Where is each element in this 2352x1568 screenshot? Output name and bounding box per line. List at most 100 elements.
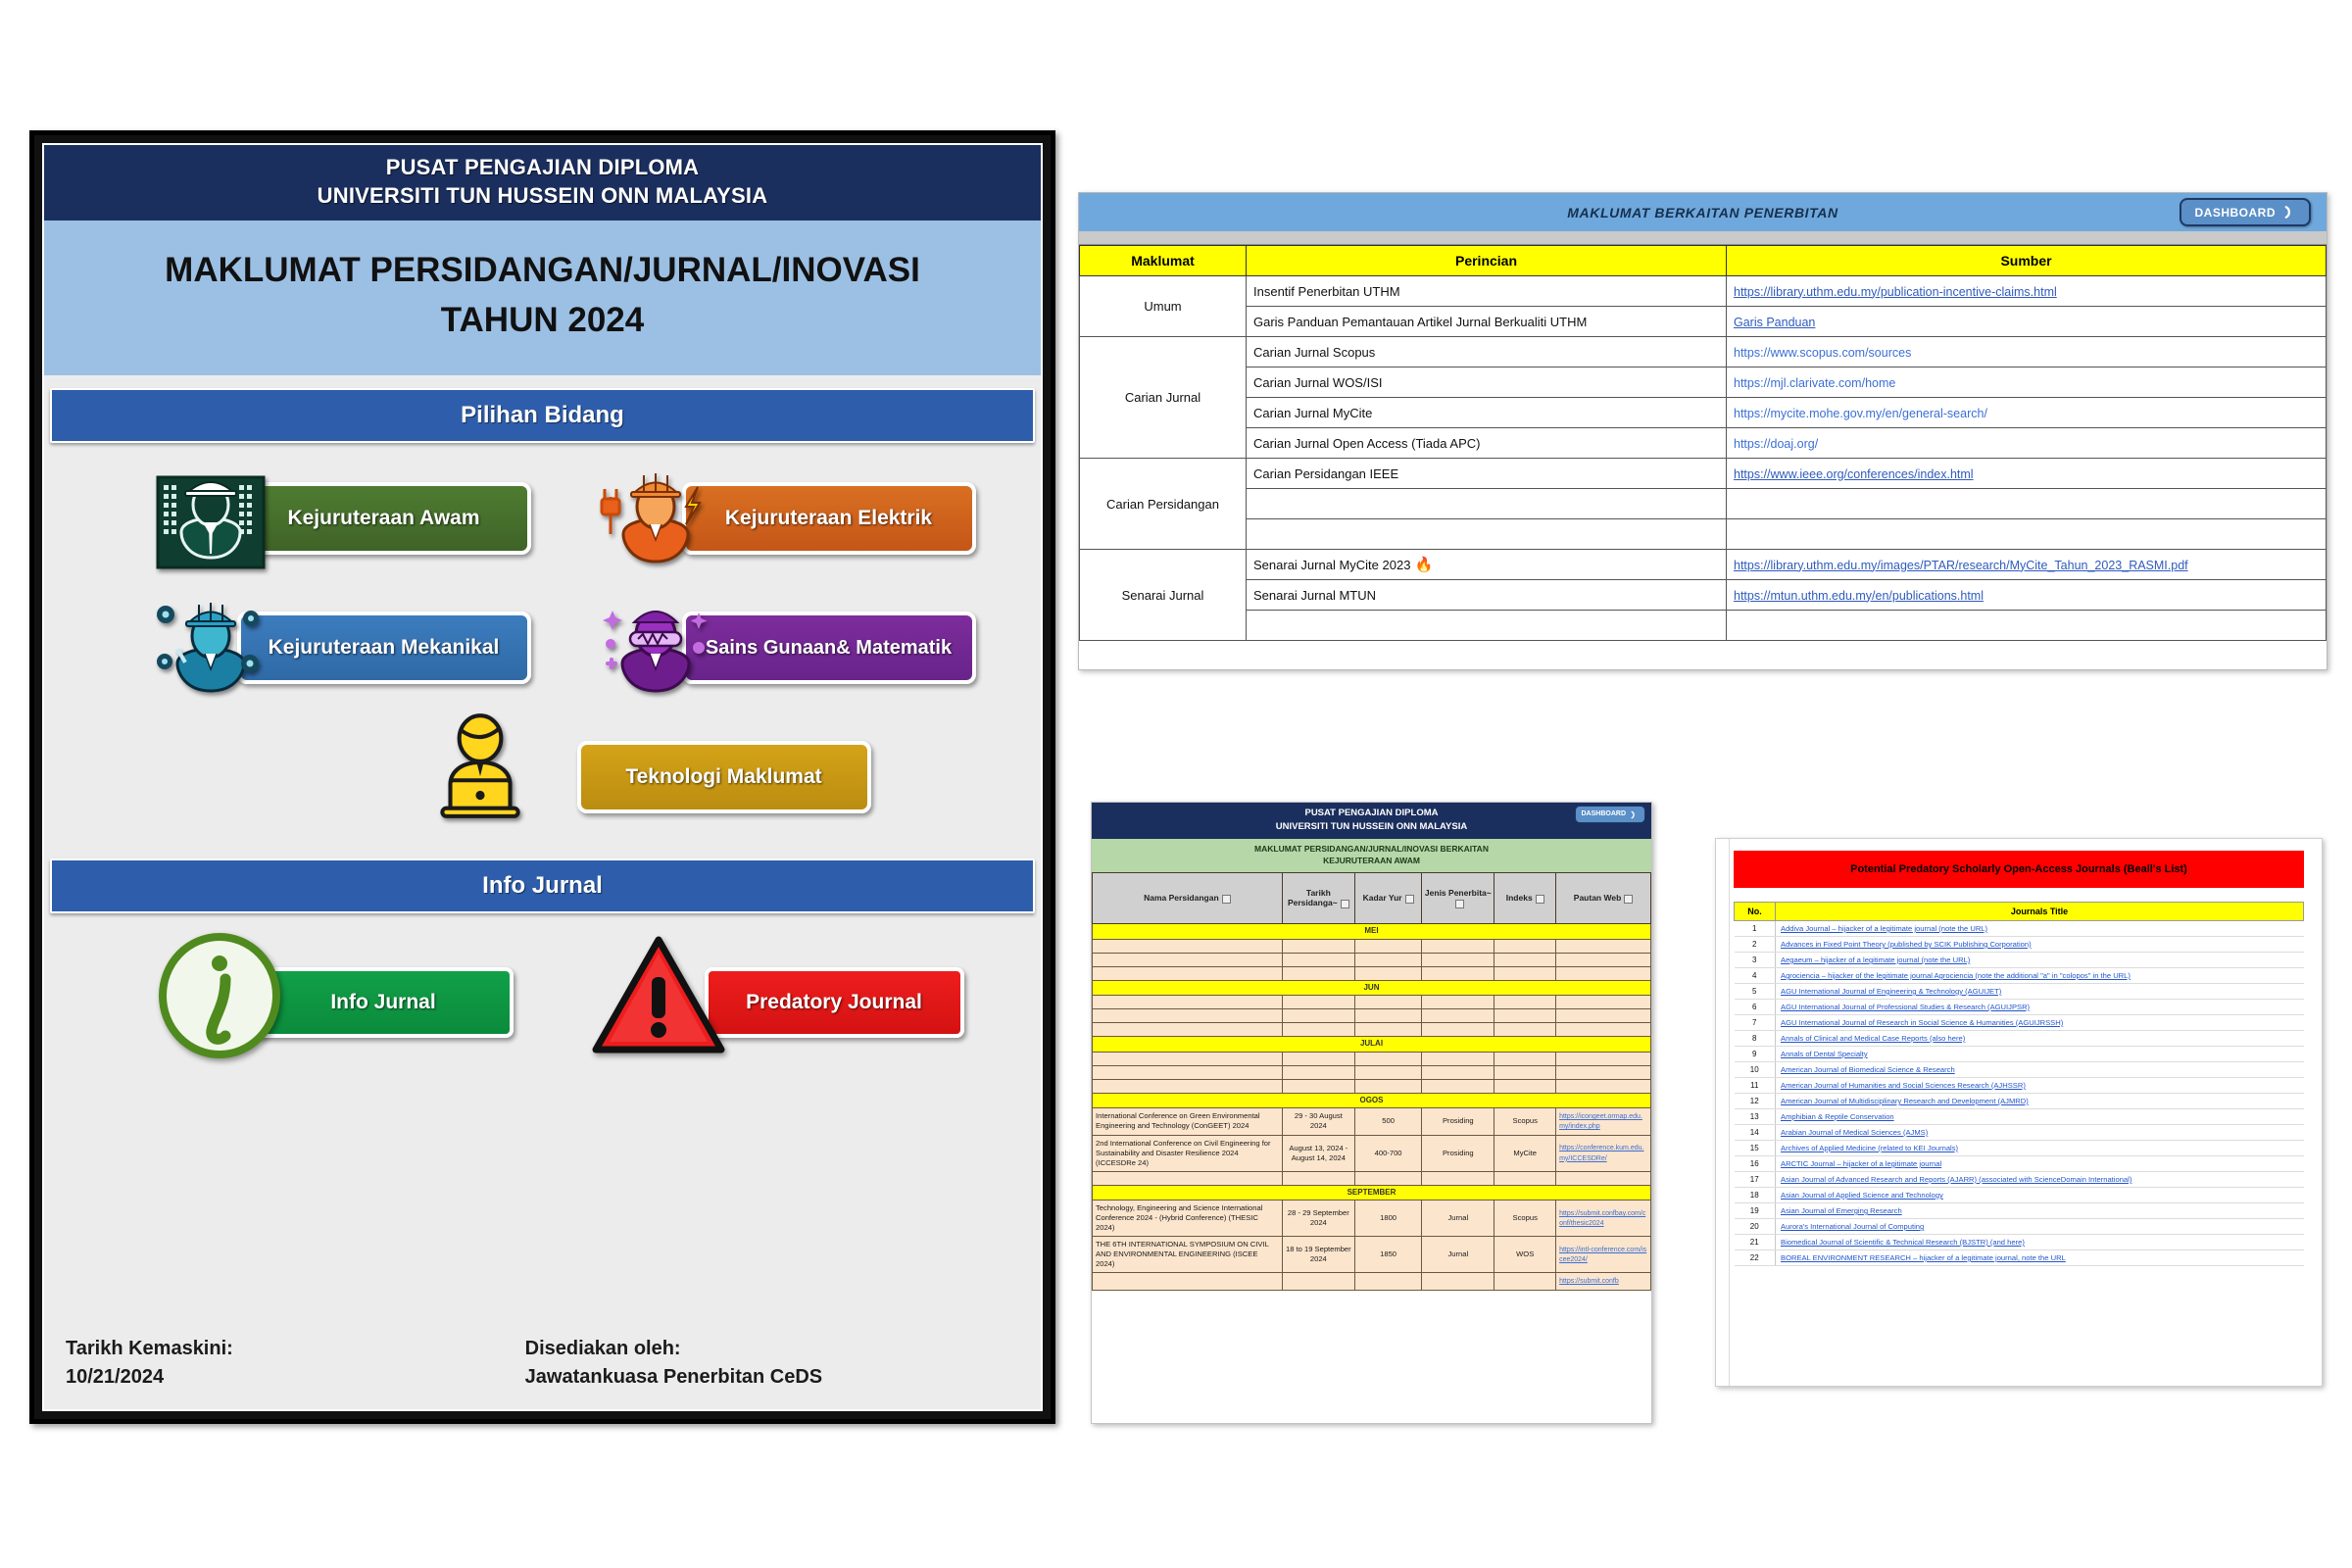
journal-title-cell[interactable]: ARCTIC Journal – hijacker of a legitimat… <box>1775 1155 2304 1172</box>
source-link[interactable]: https://www.ieee.org/conferences/index.h… <box>1734 467 1974 481</box>
pautan-web-cell[interactable]: https://submit.confb <box>1555 1272 1651 1291</box>
info-item-jurnal[interactable]: Info Jurnal <box>122 932 514 1061</box>
journal-title-link[interactable]: American Journal of Multidisciplinary Re… <box>1781 1097 2029 1105</box>
journal-title-link[interactable]: Agrociencia – hijacker of the legitimate… <box>1781 971 2131 980</box>
conference-column-header-1[interactable]: Tarikh Persidanga~ <box>1281 872 1355 925</box>
info-button-predatory[interactable]: Predatory Journal <box>704 966 964 1038</box>
pautan-web-cell[interactable]: https://intl-conference.com/iscee2024/ <box>1555 1236 1651 1274</box>
sumber-cell[interactable]: https://doaj.org/ <box>1726 427 2327 459</box>
conference-column-header-0[interactable]: Nama Persidangan <box>1092 872 1283 925</box>
field-item-it[interactable]: Teknologi Maklumat <box>416 712 871 830</box>
field-button-electrical[interactable]: Kejuruteraan Elektrik <box>681 481 976 555</box>
sumber-cell[interactable]: https://mycite.mohe.gov.my/en/general-se… <box>1726 397 2327 428</box>
journal-title-link[interactable]: Annals of Clinical and Medical Case Repo… <box>1781 1034 1965 1043</box>
sumber-cell[interactable]: https://library.uthm.edu.my/images/PTAR/… <box>1726 549 2327 580</box>
field-item-science-math[interactable]: Sains Gunaan & Matematik <box>555 593 976 701</box>
journal-title-cell[interactable]: Asian Journal of Applied Science and Tec… <box>1775 1187 2304 1203</box>
jenis-cell: Jurnal <box>1421 1200 1495 1238</box>
empty-cell <box>1494 995 1557 1010</box>
journal-title-link[interactable]: Archives of Applied Medicine (related to… <box>1781 1144 1958 1152</box>
field-button-civil[interactable]: Kejuruteraan Awam <box>236 481 531 555</box>
journal-title-cell[interactable]: Aegaeum – hijacker of a legitimate journ… <box>1775 952 2304 968</box>
journal-title-cell[interactable]: Agrociencia – hijacker of the legitimate… <box>1775 967 2304 984</box>
journal-title-cell[interactable]: Advances in Fixed Point Theory (publishe… <box>1775 936 2304 953</box>
source-link[interactable]: https://library.uthm.edu.my/images/PTAR/… <box>1734 559 2188 572</box>
filter-dropdown-icon[interactable] <box>1624 894 1634 904</box>
dashboard-button[interactable]: DASHBOARD <box>2179 198 2311 226</box>
journal-title-cell[interactable]: American Journal of Biomedical Science &… <box>1775 1061 2304 1078</box>
pautan-web-cell[interactable]: https://icongeet.ormap.edu.my/index.php <box>1555 1107 1651 1136</box>
journal-title-link[interactable]: AGU International Journal of Research in… <box>1781 1018 2063 1027</box>
journal-title-cell[interactable]: Arabian Journal of Medical Sciences (AJM… <box>1775 1124 2304 1141</box>
info-button-jurnal[interactable]: Info Jurnal <box>253 966 514 1038</box>
journal-title-link[interactable]: Annals of Dental Specialty <box>1781 1050 1868 1058</box>
journal-title-link[interactable]: Advances in Fixed Point Theory (publishe… <box>1781 940 2032 949</box>
conference-column-header-4[interactable]: Indeks <box>1494 872 1557 925</box>
journal-title-link[interactable]: Aurora's International Journal of Comput… <box>1781 1222 1924 1231</box>
journal-title-cell[interactable]: AGU International Journal of Research in… <box>1775 1014 2304 1031</box>
journal-title-cell[interactable]: Amphibian & Reptile Conservation <box>1775 1108 2304 1125</box>
pautan-web-cell[interactable]: https://submit.confbay.com/conf/thesic20… <box>1555 1200 1651 1238</box>
filter-dropdown-icon[interactable] <box>1454 899 1464 908</box>
conference-web-link[interactable]: https://icongeet.ormap.edu.my/index.php <box>1559 1113 1642 1130</box>
conference-column-header-2[interactable]: Kadar Yur <box>1353 872 1423 925</box>
journal-title-cell[interactable]: Annals of Dental Specialty <box>1775 1046 2304 1062</box>
conference-web-link[interactable]: https://conference.kum.edu.my/ICCESDRe/ <box>1559 1145 1643 1161</box>
sumber-cell[interactable]: https://www.scopus.com/sources <box>1726 336 2327 368</box>
journal-title-link[interactable]: American Journal of Biomedical Science &… <box>1781 1065 1955 1074</box>
conference-column-header-5[interactable]: Pautan Web <box>1555 872 1651 925</box>
journal-title-cell[interactable]: American Journal of Multidisciplinary Re… <box>1775 1093 2304 1109</box>
journal-title-link[interactable]: AGU International Journal of Professiona… <box>1781 1003 2030 1011</box>
sumber-cell[interactable]: https://mtun.uthm.edu.my/en/publications… <box>1726 579 2327 611</box>
conference-web-link[interactable]: https://intl-conference.com/iscee2024/ <box>1559 1247 1646 1263</box>
sumber-cell[interactable]: https://www.ieee.org/conferences/index.h… <box>1726 458 2327 489</box>
field-button-mechanical[interactable]: Kejuruteraan Mekanikal <box>236 611 531 684</box>
source-link[interactable]: https://mtun.uthm.edu.my/en/publications… <box>1734 589 1984 603</box>
conference-web-link[interactable]: https://submit.confbay.com/conf/thesic20… <box>1559 1210 1645 1227</box>
pautan-web-cell[interactable]: https://conference.kum.edu.my/ICCESDRe/ <box>1555 1134 1651 1172</box>
journal-title-cell[interactable]: AGU International Journal of Engineering… <box>1775 983 2304 1000</box>
conference-dashboard-button[interactable]: DASHBOARD <box>1574 806 1645 824</box>
journal-title-cell[interactable]: Annals of Clinical and Medical Case Repo… <box>1775 1030 2304 1047</box>
journal-title-link[interactable]: BOREAL ENVIRONMENT RESEARCH – hijacker o… <box>1781 1253 2066 1262</box>
journal-title-link[interactable]: Asian Journal of Emerging Research <box>1781 1206 1902 1215</box>
journal-title-link[interactable]: Aegaeum – hijacker of a legitimate journ… <box>1781 956 1970 964</box>
filter-dropdown-icon[interactable] <box>1221 894 1231 904</box>
filter-dropdown-icon[interactable] <box>1340 899 1349 908</box>
field-item-civil[interactable]: Kejuruteraan Awam <box>110 464 531 571</box>
info-item-predatory[interactable]: Predatory Journal <box>572 936 964 1061</box>
conference-column-header-3[interactable]: Jenis Penerbita~ <box>1421 872 1495 925</box>
filter-dropdown-icon[interactable] <box>1404 894 1414 904</box>
conference-web-link[interactable]: https://submit.confb <box>1559 1278 1619 1285</box>
journal-title-cell[interactable]: Archives of Applied Medicine (related to… <box>1775 1140 2304 1156</box>
journal-title-cell[interactable]: Asian Journal of Advanced Research and R… <box>1775 1171 2304 1188</box>
sumber-cell[interactable]: https://library.uthm.edu.my/publication-… <box>1726 275 2327 307</box>
journal-title-link[interactable]: Biomedical Journal of Scientific & Techn… <box>1781 1238 2025 1247</box>
filter-dropdown-icon[interactable] <box>1535 894 1544 904</box>
empty-cell <box>1281 1078 1355 1094</box>
journal-title-cell[interactable]: Addiva Journal – hijacker of a legitimat… <box>1775 920 2304 937</box>
journal-title-cell[interactable]: Biomedical Journal of Scientific & Techn… <box>1775 1234 2304 1250</box>
source-link[interactable]: Garis Panduan <box>1734 316 1815 329</box>
field-button-science-math[interactable]: Sains Gunaan & Matematik <box>681 611 976 684</box>
journal-title-link[interactable]: Amphibian & Reptile Conservation <box>1781 1112 1894 1121</box>
journal-title-cell[interactable]: BOREAL ENVIRONMENT RESEARCH – hijacker o… <box>1775 1250 2304 1266</box>
field-item-mechanical[interactable]: Kejuruteraan Mekanikal <box>110 593 531 701</box>
journal-title-cell[interactable]: American Journal of Humanities and Socia… <box>1775 1077 2304 1094</box>
field-item-electrical[interactable]: Kejuruteraan Elektrik <box>555 464 976 571</box>
sumber-cell[interactable]: Garis Panduan <box>1726 306 2327 337</box>
journal-title-link[interactable]: ARCTIC Journal – hijacker of a legitimat… <box>1781 1159 1941 1168</box>
journal-title-link[interactable]: Arabian Journal of Medical Sciences (AJM… <box>1781 1128 1928 1137</box>
source-link[interactable]: https://library.uthm.edu.my/publication-… <box>1734 285 2057 299</box>
journal-title-link[interactable]: AGU International Journal of Engineering… <box>1781 987 2001 996</box>
journal-title-link[interactable]: Asian Journal of Applied Science and Tec… <box>1781 1191 1943 1200</box>
journal-title-cell[interactable]: Aurora's International Journal of Comput… <box>1775 1218 2304 1235</box>
journal-title-cell[interactable]: AGU International Journal of Professiona… <box>1775 999 2304 1015</box>
conference-header: PUSAT PENGAJIAN DIPLOMA UNIVERSITI TUN H… <box>1092 803 1651 839</box>
journal-title-link[interactable]: Asian Journal of Advanced Research and R… <box>1781 1175 2132 1184</box>
sumber-cell[interactable]: https://mjl.clarivate.com/home <box>1726 367 2327 398</box>
field-button-it[interactable]: Teknologi Maklumat <box>576 740 871 813</box>
journal-title-link[interactable]: Addiva Journal – hijacker of a legitimat… <box>1781 924 1987 933</box>
journal-title-link[interactable]: American Journal of Humanities and Socia… <box>1781 1081 2026 1090</box>
journal-title-cell[interactable]: Asian Journal of Emerging Research <box>1775 1202 2304 1219</box>
